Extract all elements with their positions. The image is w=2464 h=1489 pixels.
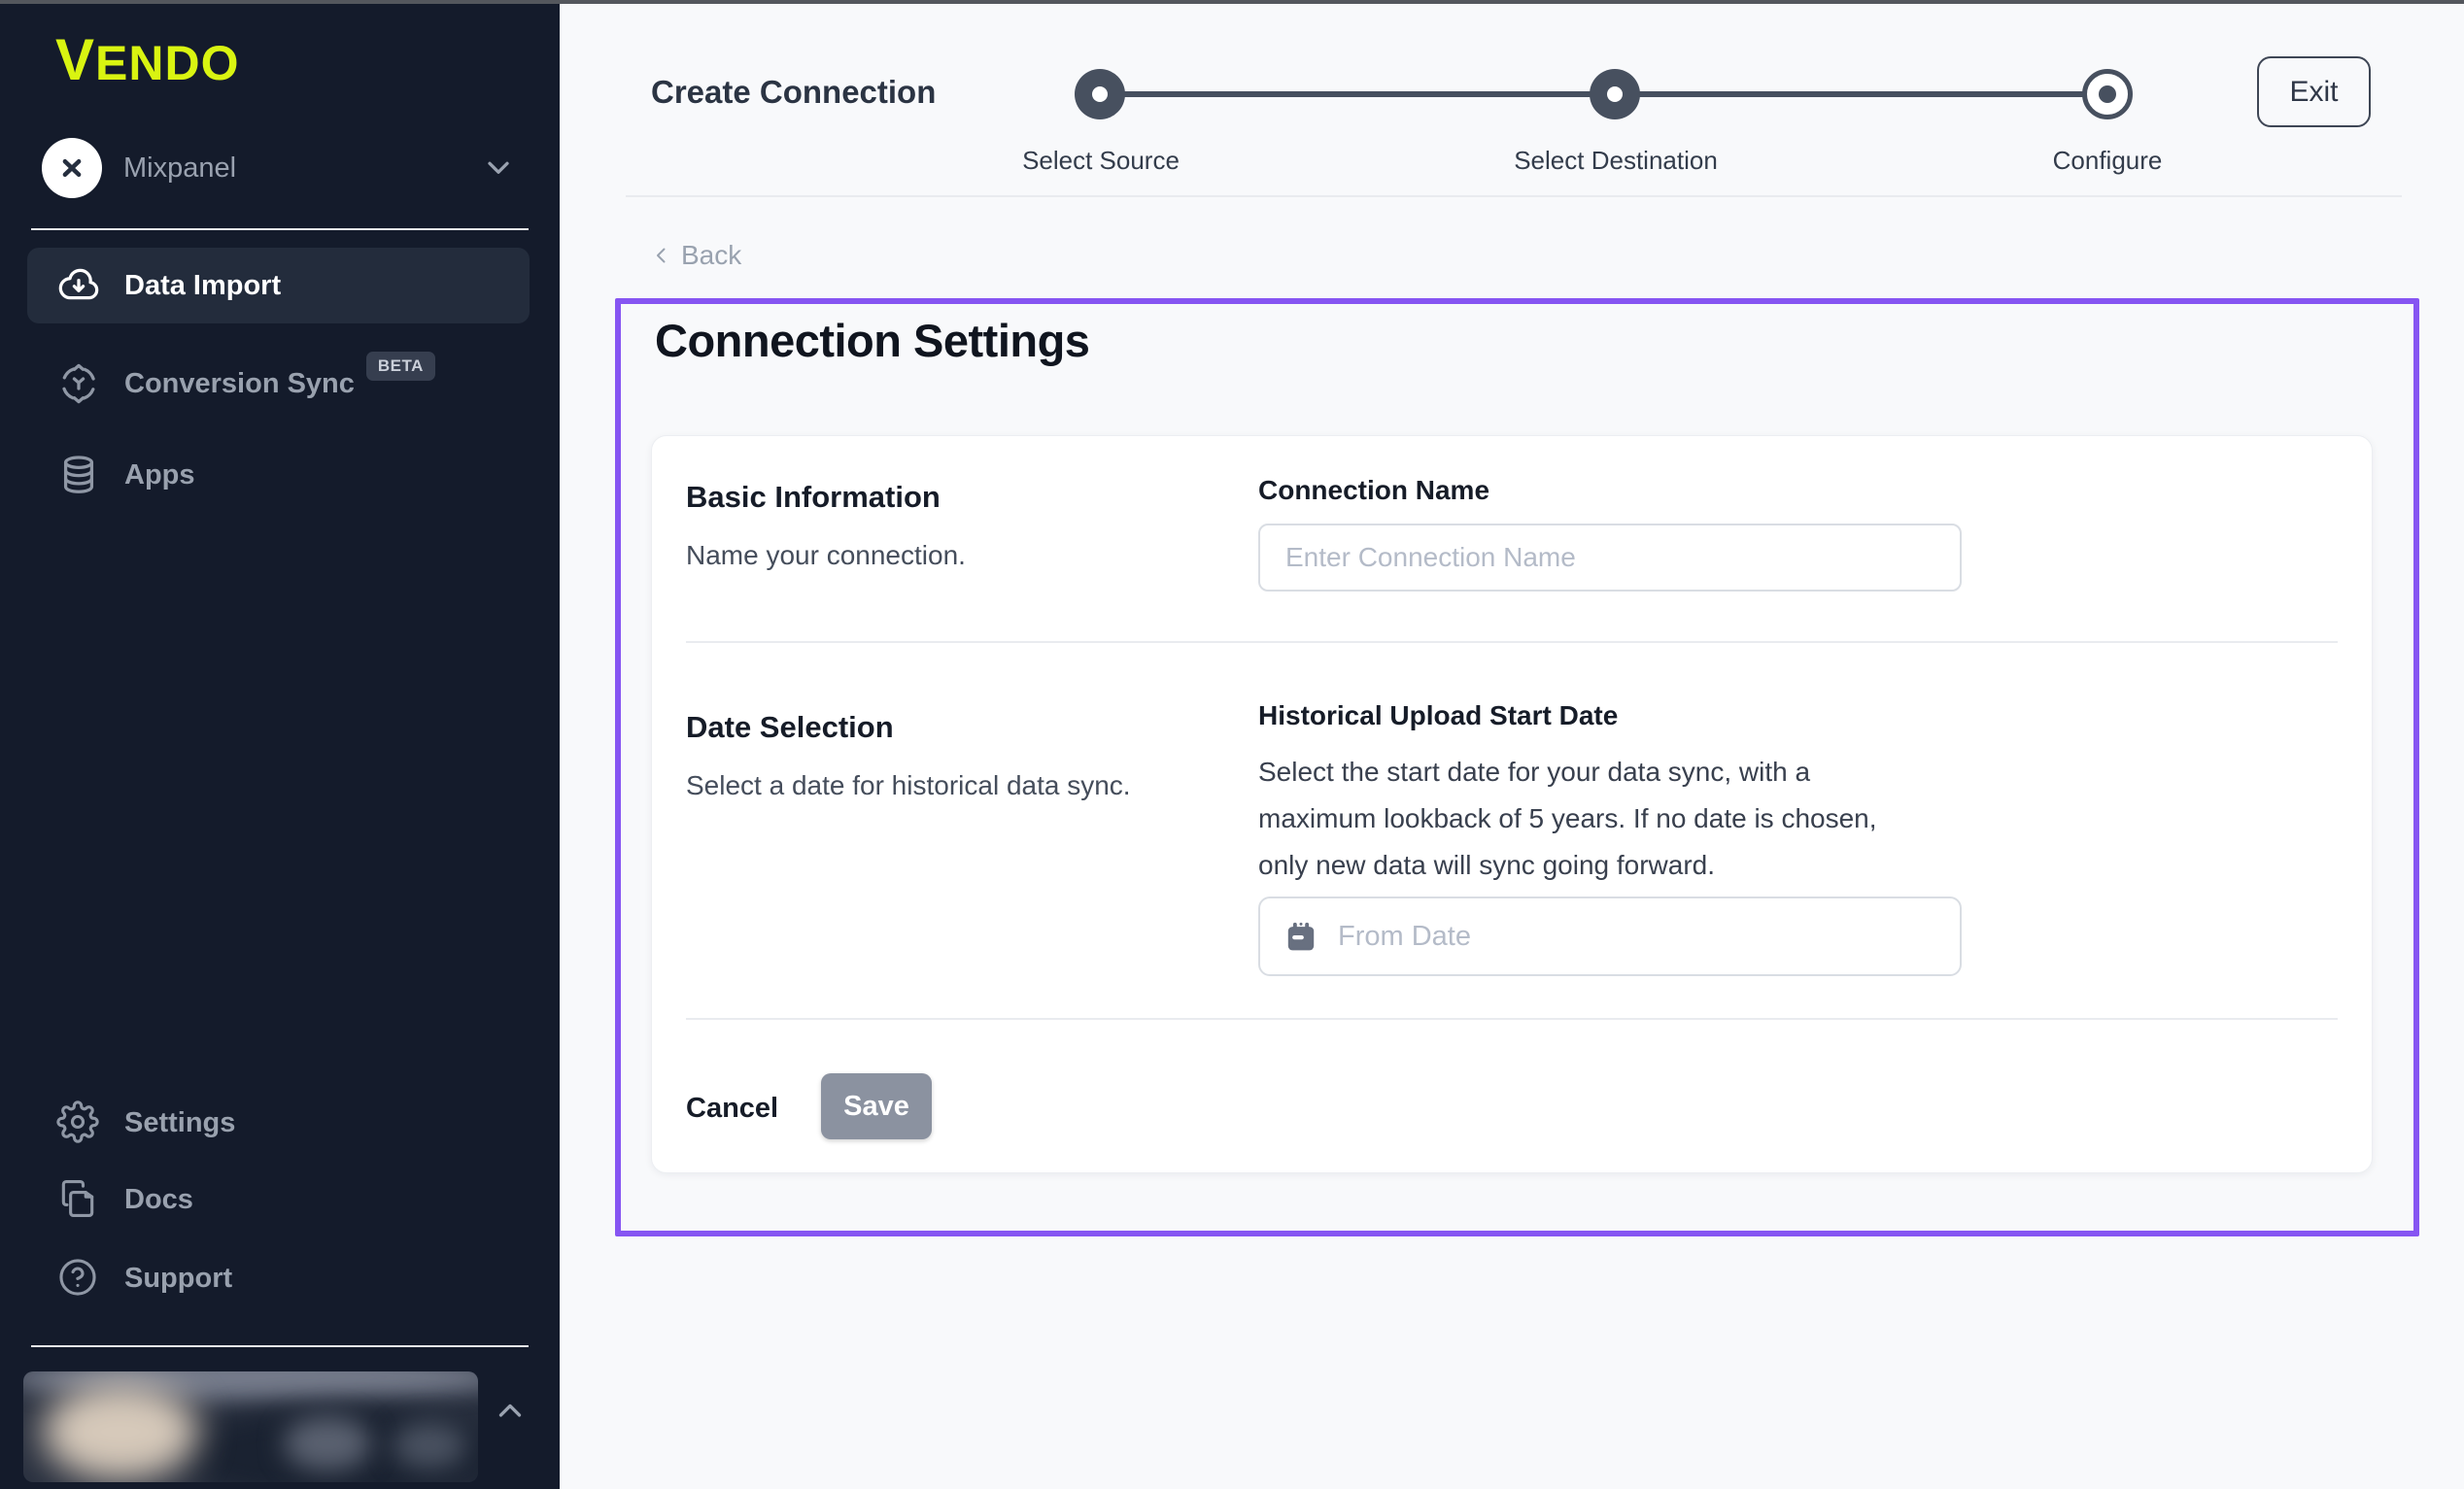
sidebar: VENDO Mixpanel Data Import bbox=[0, 0, 560, 1489]
connection-settings-card: Basic Information Name your connection. … bbox=[651, 435, 2373, 1173]
step-label: Configure bbox=[2053, 146, 2163, 176]
workspace-selector[interactable]: Mixpanel bbox=[42, 136, 528, 200]
vendo-logo: VENDO bbox=[55, 33, 240, 90]
sidebar-item-label: Docs bbox=[124, 1184, 193, 1216]
historical-start-date-label: Historical Upload Start Date bbox=[1258, 700, 1618, 731]
back-label: Back bbox=[681, 240, 741, 271]
save-button[interactable]: Save bbox=[821, 1073, 932, 1139]
chevron-left-icon bbox=[650, 244, 673, 267]
sidebar-item-label: Settings bbox=[124, 1107, 235, 1139]
sidebar-item-label: Apps bbox=[124, 459, 195, 491]
beta-badge: BETA bbox=[366, 352, 435, 381]
step-label: Select Destination bbox=[1514, 146, 1718, 176]
cloud-download-icon bbox=[56, 263, 101, 308]
help-icon bbox=[56, 1256, 101, 1301]
chevron-down-icon bbox=[481, 150, 516, 185]
connection-name-input[interactable] bbox=[1258, 524, 1962, 592]
user-account-blurred[interactable] bbox=[23, 1371, 478, 1482]
sidebar-item-label: Data Import bbox=[124, 270, 281, 302]
window-top-edge bbox=[0, 0, 2464, 4]
section-heading-basic: Basic Information bbox=[686, 480, 941, 515]
sidebar-item-settings[interactable]: Settings bbox=[27, 1087, 530, 1159]
connection-name-label: Connection Name bbox=[1258, 475, 1489, 506]
sidebar-item-data-import[interactable]: Data Import bbox=[27, 248, 530, 323]
sidebar-divider-top bbox=[31, 228, 529, 230]
step-dot-configure[interactable] bbox=[2082, 69, 2133, 119]
sidebar-item-support[interactable]: Support bbox=[27, 1242, 530, 1314]
panel-title: Connection Settings bbox=[655, 314, 1089, 367]
from-date-field[interactable] bbox=[1258, 897, 1962, 976]
page-title: Create Connection bbox=[651, 74, 936, 111]
section-description-basic: Name your connection. bbox=[686, 540, 966, 571]
sidebar-item-docs[interactable]: Docs bbox=[27, 1164, 530, 1235]
cancel-button[interactable]: Cancel bbox=[686, 1085, 778, 1133]
gear-icon bbox=[56, 1100, 101, 1145]
section-heading-date: Date Selection bbox=[686, 710, 894, 745]
avatar bbox=[43, 1383, 198, 1480]
app-window: VENDO Mixpanel Data Import bbox=[0, 0, 2464, 1489]
mixpanel-x-icon bbox=[55, 152, 88, 185]
calendar-icon bbox=[1283, 919, 1318, 954]
historical-start-date-help: Select the start date for your data sync… bbox=[1258, 749, 1929, 889]
blur-blob bbox=[393, 1422, 466, 1469]
sidebar-item-conversion-sync[interactable]: Conversion Sync BETA bbox=[27, 348, 530, 420]
blur-blob bbox=[284, 1416, 371, 1471]
from-date-input[interactable] bbox=[1336, 920, 1936, 954]
step-dot-select-destination[interactable] bbox=[1590, 69, 1640, 119]
stepper-connector bbox=[1639, 91, 2083, 97]
sidebar-item-label: Conversion Sync bbox=[124, 368, 355, 400]
card-divider bbox=[686, 1018, 2338, 1020]
sidebar-divider-bottom bbox=[31, 1345, 529, 1347]
header-divider bbox=[626, 195, 2402, 197]
sync-arrows-icon bbox=[56, 361, 101, 406]
sidebar-item-apps[interactable]: Apps bbox=[27, 439, 530, 511]
step-dot-select-source[interactable] bbox=[1075, 69, 1125, 119]
stepper-connector bbox=[1124, 91, 1591, 97]
section-description-date: Select a date for historical data sync. bbox=[686, 770, 1131, 801]
card-divider bbox=[686, 641, 2338, 643]
back-link[interactable]: Back bbox=[650, 240, 741, 271]
database-icon bbox=[56, 453, 101, 497]
workspace-name: Mixpanel bbox=[123, 152, 236, 185]
chevron-up-icon[interactable] bbox=[492, 1393, 529, 1430]
sidebar-item-label: Support bbox=[124, 1263, 232, 1295]
exit-button[interactable]: Exit bbox=[2257, 56, 2371, 127]
mixpanel-avatar bbox=[42, 138, 102, 198]
step-label: Select Source bbox=[1022, 146, 1180, 176]
docs-icon bbox=[56, 1177, 101, 1222]
